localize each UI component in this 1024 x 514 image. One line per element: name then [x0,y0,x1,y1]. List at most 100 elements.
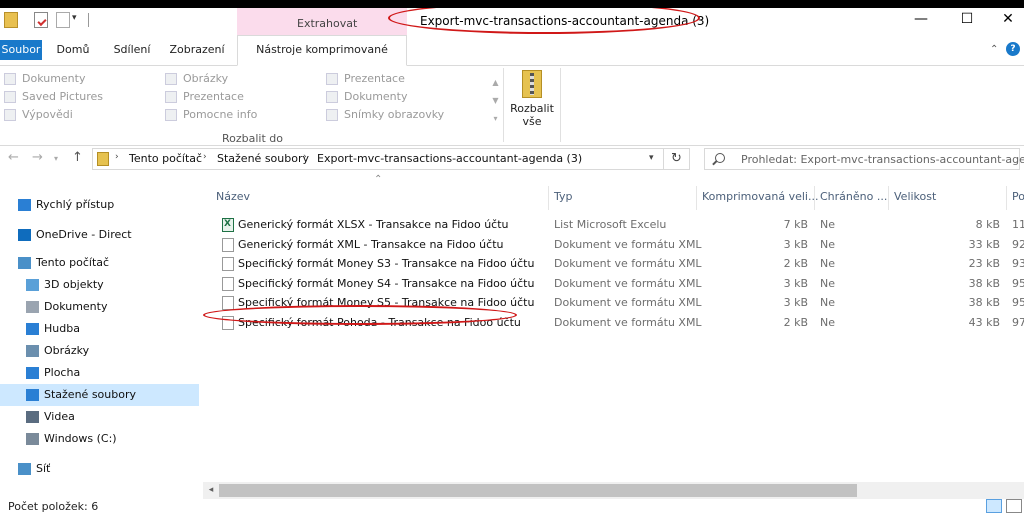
column-header-name[interactable]: Název [210,186,548,208]
folder-icon[interactable] [4,12,18,28]
gallery-scroll[interactable]: ▲ ▼ ▾ [489,74,502,128]
new-folder-icon[interactable] [56,12,70,28]
extract-all-button[interactable]: Rozbalit vše [508,68,556,132]
scroll-left-icon[interactable]: ◂ [203,482,219,499]
file-type: List Microsoft Excelu [554,218,667,231]
xml-file-icon [222,276,234,291]
nav-item[interactable]: Plocha [0,362,199,384]
address-dropdown-icon[interactable]: ▾ [649,153,654,163]
nav-item[interactable]: Síť [0,458,199,480]
search-input[interactable]: Prohledat: Export-mvc-transactions-accou… [704,148,1024,170]
tab-compressed-folder-tools[interactable]: Nástroje komprimované složky [237,35,407,84]
music-note-icon [26,323,39,335]
table-row[interactable]: Generický formát XLSX - Transakce na Fid… [210,216,1024,236]
column-header-type[interactable]: Typ [548,186,696,208]
extract-destination-item[interactable]: Dokumenty [4,70,85,88]
file-name: Specifický formát Money S3 - Transakce n… [238,257,535,270]
table-row[interactable]: Generický formát XML - Transakce na Fido… [210,236,1024,256]
collapse-ribbon-icon[interactable]: ⌃ [990,44,998,55]
file-name: Specifický formát Pohoda - Transakce na … [238,315,521,329]
extract-destination-item[interactable]: Prezentace [165,88,244,106]
nav-item-label: Stažené soubory [44,388,136,401]
forward-button[interactable]: → [32,150,43,165]
up-button[interactable]: ↑ [72,150,83,165]
column-header-ratio[interactable]: Po [1006,186,1024,208]
file-ratio: 97 [1012,315,1024,329]
tab-share[interactable]: Sdílení [110,40,154,60]
gallery-more-icon[interactable]: ▾ [489,110,502,128]
file-ratio: 95 [1012,276,1024,290]
excel-file-icon [222,218,234,232]
nav-item[interactable]: Hudba [0,318,199,340]
back-button[interactable]: ← [8,150,19,165]
breadcrumb-separator[interactable]: › [303,152,307,162]
zip-folder-icon [97,152,109,166]
nav-item-label: Dokumenty [44,300,108,313]
minimize-button[interactable]: — [898,8,944,32]
column-header-protected[interactable]: Chráněno ... [814,186,888,208]
extract-all-label-line2: vše [522,115,542,128]
tab-home[interactable]: Domů [52,40,94,60]
table-row[interactable]: Specifický formát Money S4 - Transakce n… [210,275,1024,295]
refresh-button[interactable]: ↻ [664,148,690,170]
column-header-compressed-size[interactable]: Komprimovaná veli... [696,186,818,208]
nav-item[interactable]: Videa [0,406,199,428]
nav-item[interactable]: Tento počítač [0,252,199,274]
maximize-button[interactable]: ☐ [944,8,990,32]
scrollbar-thumb[interactable] [219,484,857,497]
file-name: Generický formát XLSX - Transakce na Fid… [238,218,509,231]
nav-item[interactable]: OneDrive - Direct [0,224,199,246]
quick-access-toolbar-dropdown[interactable]: ▾ [72,13,77,23]
nav-item[interactable]: 3D objekty [0,274,199,296]
file-list: ⌃ Název Typ Komprimovaná veli... Chráněn… [210,174,1024,484]
item-count: Počet položek: 6 [8,500,99,513]
breadcrumb-separator[interactable]: › [203,152,207,162]
extract-destination-item[interactable]: Saved Pictures [4,88,103,106]
nav-item[interactable]: Rychlý přístup [0,194,199,216]
extract-destination-item[interactable]: Pomocne info [165,106,257,124]
extract-destination-item[interactable]: Obrázky [165,70,228,88]
address-bar[interactable]: › Tento počítač › Stažené soubory › Expo… [92,148,664,170]
large-icons-view-button[interactable] [1006,499,1022,513]
close-button[interactable]: ✕ [985,8,1024,32]
file-protected: Ne [820,218,835,231]
file-protected: Ne [820,296,835,309]
nav-item[interactable]: Stažené soubory [0,384,199,406]
column-header-size[interactable]: Velikost [888,186,1006,208]
file-protected: Ne [820,315,835,329]
extract-destination-item[interactable]: Výpovědi [4,106,73,124]
tab-file[interactable]: Soubor [0,40,42,60]
folder-icon [4,73,16,85]
table-row[interactable]: Specifický formát Money S5 - Transakce n… [210,294,1024,314]
file-size: 38 kB [968,296,1000,309]
breadcrumb-item[interactable]: Export-mvc-transactions-accountant-agend… [317,152,582,165]
extract-destination-item[interactable]: Dokumenty [326,88,407,106]
sort-ascending-icon: ⌃ [374,174,383,185]
computer-icon [18,257,31,269]
details-view-button[interactable] [986,499,1002,513]
breadcrumb-item[interactable]: Stažené soubory [217,152,309,165]
scroll-down-icon[interactable]: ▼ [489,92,502,110]
table-row[interactable]: Specifický formát Money S3 - Transakce n… [210,255,1024,275]
file-compressed-size: 2 kB [783,257,808,270]
file-ratio: 95 [1012,296,1024,309]
extract-destination-item[interactable]: Snímky obrazovky [326,106,444,124]
xml-file-icon [222,237,234,252]
breadcrumb-item[interactable]: Tento počítač [129,152,202,165]
scroll-up-icon[interactable]: ▲ [489,74,502,92]
context-tab-group-label: Extrahovat [297,17,358,30]
table-row[interactable]: Specifický formát Pohoda - Transakce na … [210,314,1024,334]
recent-locations-button[interactable]: ▾ [54,154,58,163]
properties-icon[interactable] [34,12,48,28]
folder-icon [165,109,177,121]
file-protected: Ne [820,257,835,270]
tab-view[interactable]: Zobrazení [168,40,226,60]
horizontal-scrollbar[interactable]: ◂ [203,482,1024,499]
breadcrumb-separator[interactable]: › [115,152,119,162]
help-icon[interactable]: ? [1006,42,1020,56]
extract-all-label-line1: Rozbalit [510,102,554,115]
nav-item[interactable]: Windows (C:) [0,428,199,450]
nav-item[interactable]: Obrázky [0,340,199,362]
extract-destination-item[interactable]: Prezentace [326,70,405,88]
nav-item[interactable]: Dokumenty [0,296,199,318]
